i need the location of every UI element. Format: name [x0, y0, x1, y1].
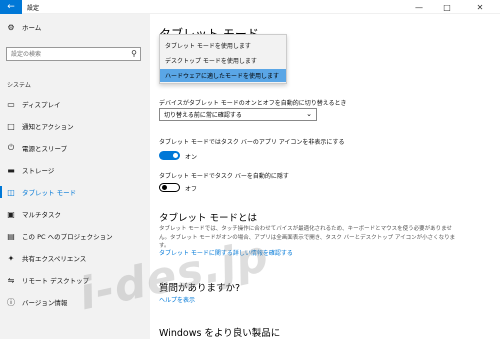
sidebar-item-notifications[interactable]: □ 通知とアクション	[0, 118, 150, 134]
tablet-icon: ◫	[7, 187, 15, 197]
section-label: システム	[7, 82, 31, 89]
close-icon: ✕	[476, 2, 484, 12]
hide-icons-toggle[interactable]	[159, 151, 180, 160]
help-link[interactable]: ヘルプを表示	[159, 295, 195, 304]
sidebar-item-label: 共有エクスペリエンス	[22, 255, 87, 263]
multitask-icon: ▣	[7, 209, 15, 219]
sidebar-item-label: リモート デスクトップ	[22, 277, 90, 285]
sidebar-item-label: タブレット モード	[22, 189, 77, 197]
sidebar-item-label: マルチタスク	[22, 211, 61, 219]
power-icon: ⏻	[7, 143, 15, 152]
window-title: 設定	[27, 5, 40, 12]
sidebar-item-label: 電源とスリープ	[22, 145, 68, 153]
chevron-down-icon: ⌄	[306, 110, 312, 118]
tablet-mode-dropdown[interactable]: タブレット モードを使用します デスクトップ モードを使用します ハードウェアに…	[159, 34, 287, 84]
auto-switch-select[interactable]: 切り替える前に常に確認する ⌄	[159, 108, 317, 121]
about-link[interactable]: タブレット モードに関する詳しい情報を確認する	[159, 248, 293, 257]
monitor-icon: ▭	[7, 99, 15, 109]
toggle-knob	[161, 184, 167, 190]
sidebar-item-label: バージョン情報	[22, 299, 68, 307]
sidebar-item-remote-desktop[interactable]: ⇋ リモート デスクトップ	[0, 272, 150, 288]
sidebar-item-multitasking[interactable]: ▣ マルチタスク	[0, 206, 150, 222]
search-box: ⚲	[6, 47, 141, 61]
improve-title: Windows をより良い製品に	[159, 328, 281, 339]
hide-icons-label: タブレット モードではタスク バーのアプリ アイコンを非表示にする	[159, 139, 345, 146]
sidebar-item-projection[interactable]: ▤ この PC へのプロジェクション	[0, 228, 150, 244]
storage-icon: ▬	[7, 165, 15, 175]
sidebar-item-power[interactable]: ⏻ 電源とスリープ	[0, 140, 150, 156]
dropdown-option[interactable]: タブレット モードを使用します	[160, 39, 286, 52]
sidebar-item-label: ストレージ	[22, 167, 55, 175]
title-bar: ← 設定 — □ ✕	[0, 0, 500, 14]
sidebar-item-home[interactable]: ⚙ ホーム	[0, 19, 150, 35]
sidebar-item-storage[interactable]: ▬ ストレージ	[0, 162, 150, 178]
sidebar-item-label: ホーム	[22, 24, 42, 32]
auto-hide-state: オフ	[185, 186, 198, 193]
question-title: 質問がありますか?	[159, 283, 241, 294]
auto-switch-label: デバイスがタブレット モードのオンとオフを自動的に切り替えるとき	[159, 100, 347, 107]
sidebar-item-label: 通知とアクション	[22, 123, 74, 131]
maximize-button[interactable]: □	[433, 1, 461, 13]
sidebar: ⚙ ホーム ⚲ システム ▭ ディスプレイ □ 通知とアクション ⏻ 電源とスリ…	[0, 14, 150, 339]
dropdown-option-selected[interactable]: ハードウェアに適したモードを使用します	[160, 69, 286, 82]
minimize-icon: —	[415, 2, 423, 12]
sidebar-item-label: ディスプレイ	[22, 101, 61, 109]
hide-icons-state: オン	[185, 154, 198, 161]
auto-hide-toggle[interactable]	[159, 183, 180, 192]
main-content: タブレット モード タブレット モードを使用します デスクトップ モードを使用し…	[150, 14, 500, 339]
about-title: タブレット モードとは	[159, 213, 258, 224]
notification-icon: □	[7, 121, 15, 131]
close-button[interactable]: ✕	[466, 1, 494, 13]
dropdown-option[interactable]: デスクトップ モードを使用します	[160, 54, 286, 67]
gear-icon: ⚙	[7, 22, 15, 32]
info-icon: ⓘ	[7, 297, 15, 307]
toggle-knob	[173, 153, 178, 158]
back-button[interactable]: ←	[0, 0, 22, 14]
projection-icon: ▤	[7, 231, 15, 241]
back-arrow-icon: ←	[7, 2, 15, 12]
auto-switch-value: 切り替える前に常に確認する	[164, 112, 242, 119]
sidebar-item-tablet-mode[interactable]: ◫ タブレット モード	[0, 184, 150, 200]
sidebar-item-shared-experiences[interactable]: ✦ 共有エクスペリエンス	[0, 250, 150, 266]
auto-hide-label: タブレット モードでタスク バーを自動的に隠す	[159, 173, 289, 180]
maximize-icon: □	[443, 2, 451, 12]
minimize-button[interactable]: —	[405, 1, 433, 13]
search-icon[interactable]: ⚲	[131, 49, 137, 58]
sidebar-item-display[interactable]: ▭ ディスプレイ	[0, 96, 150, 112]
search-input[interactable]	[7, 48, 125, 60]
about-text: タブレット モードでは、タッチ操作に合わせてバイスが最適化されるため、キーボード…	[159, 226, 456, 249]
sidebar-item-about[interactable]: ⓘ バージョン情報	[0, 294, 150, 310]
remote-icon: ⇋	[7, 275, 15, 285]
share-icon: ✦	[7, 253, 15, 263]
sidebar-item-label: この PC へのプロジェクション	[22, 233, 113, 241]
